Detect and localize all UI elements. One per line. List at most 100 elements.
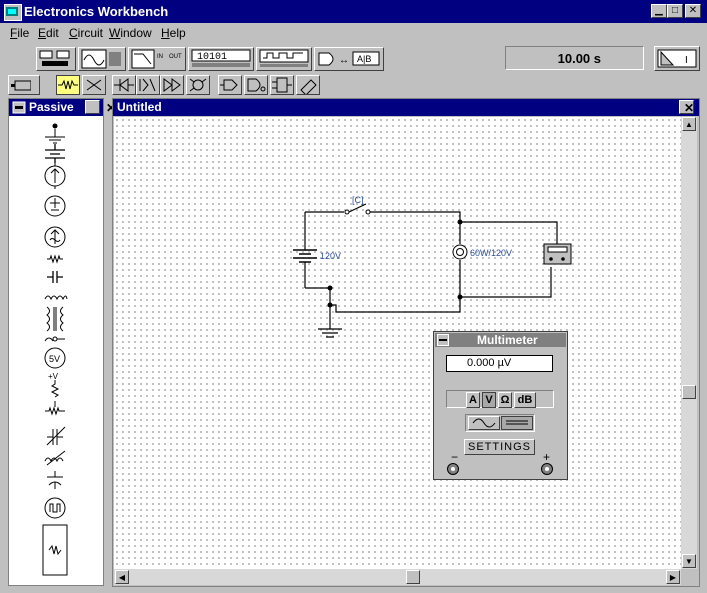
parts-bin-toolbar	[0, 74, 707, 96]
mode-voltmeter-button[interactable]: V	[482, 392, 496, 408]
oscilloscope-icon	[81, 49, 121, 69]
menu-edit[interactable]: Edit	[38, 26, 59, 40]
bode-plotter-instrument-button[interactable]: IN OUT	[128, 47, 186, 71]
word-generator-icon: 10101	[191, 49, 251, 67]
multimeter-instrument-button[interactable]	[36, 47, 76, 71]
connector-part[interactable]	[52, 123, 58, 129]
vertical-scroll-thumb[interactable]	[682, 385, 696, 399]
ac-voltage-source-part[interactable]	[44, 195, 66, 217]
multimeter-component[interactable]	[543, 243, 572, 265]
potentiometer-part[interactable]	[45, 401, 65, 416]
horizontal-scrollbar[interactable]: ◀ ▶	[114, 569, 681, 585]
relay-part[interactable]	[44, 336, 65, 342]
voltage-controlled-source-part[interactable]: 5V	[44, 347, 66, 369]
resistor-part[interactable]	[47, 254, 63, 264]
palette-title: Passive	[29, 100, 74, 114]
mode-ammeter-button[interactable]: A	[466, 392, 480, 408]
polarized-capacitor-part[interactable]	[47, 471, 63, 489]
arrow-down-icon: ▼	[685, 557, 693, 566]
indicator-icon	[300, 79, 317, 96]
palette-menu-icon[interactable]	[12, 101, 26, 114]
circuit-canvas[interactable]: [C] 120V 60W/120V	[114, 117, 681, 569]
analog-ic-icon	[163, 78, 181, 92]
digital-ics-bin-button[interactable]	[218, 75, 242, 95]
battery-component[interactable]: 120V	[293, 249, 341, 263]
battery-part[interactable]	[45, 144, 65, 163]
minimize-button[interactable]: ▁	[651, 4, 667, 18]
negative-terminal[interactable]	[446, 462, 460, 476]
maximize-button[interactable]: □	[667, 4, 683, 18]
voltage-source-part[interactable]: +V	[48, 372, 60, 398]
vertical-scrollbar[interactable]: ▲ ▼	[681, 117, 697, 569]
clock-source-part[interactable]	[44, 497, 66, 519]
word-generator-instrument-button[interactable]: 10101	[188, 47, 254, 71]
power-switch-icon: I	[657, 49, 697, 68]
circuit-window-title: Untitled	[117, 100, 162, 114]
lamp-label: 60W/120V	[470, 248, 512, 258]
parts-list: 5V +V	[42, 123, 68, 576]
dc-mode-button[interactable]	[501, 416, 533, 430]
favorites-bin-button[interactable]	[8, 75, 40, 95]
palette-close-button[interactable]: ✕	[85, 100, 116, 114]
digital-bin-button[interactable]	[270, 75, 294, 95]
resistor-pack-part[interactable]	[42, 524, 68, 576]
scroll-left-button[interactable]: ◀	[115, 570, 129, 584]
flip-flop-icon	[272, 77, 292, 93]
app-icon[interactable]	[4, 4, 22, 21]
lamp-component[interactable]: 60W/120V	[452, 244, 512, 260]
arrow-up-icon: ▲	[685, 120, 693, 129]
horizontal-scroll-thumb[interactable]	[406, 570, 420, 584]
transformer-part[interactable]	[46, 306, 64, 332]
analog-ics-bin-button[interactable]	[160, 75, 184, 95]
close-button[interactable]: ✕	[685, 4, 701, 18]
variable-capacitor-part[interactable]	[46, 426, 66, 446]
diodes-bin-button[interactable]	[112, 75, 136, 95]
logic-converter-instrument-button[interactable]: ↔ A|B	[314, 47, 384, 71]
switch-component[interactable]: [C]	[344, 195, 371, 215]
logic-gates-bin-button[interactable]	[244, 75, 268, 95]
arrow-right-icon: ▶	[669, 573, 677, 582]
power-switch[interactable]: I	[654, 46, 700, 71]
oscilloscope-instrument-button[interactable]	[78, 47, 126, 71]
transistors-bin-button[interactable]	[136, 75, 160, 95]
inductor-part[interactable]	[44, 295, 68, 301]
dc-line-icon	[506, 420, 528, 425]
menu-help[interactable]: Help	[161, 26, 186, 40]
circuit-window-title-bar: Untitled ✕	[113, 99, 699, 116]
scroll-right-button[interactable]: ▶	[666, 570, 680, 584]
ac-current-source-part[interactable]	[44, 226, 66, 248]
scroll-up-button[interactable]: ▲	[682, 117, 696, 131]
multimeter-signal-group	[465, 414, 535, 432]
capacitor-part[interactable]	[47, 271, 63, 283]
mode-decibel-button[interactable]: dB	[514, 392, 536, 408]
menu-circuit[interactable]: Circuit	[69, 26, 103, 40]
transistor-icon	[86, 79, 102, 91]
mode-ohmmeter-button[interactable]: Ω	[498, 392, 512, 408]
ground-part[interactable]	[45, 129, 65, 144]
menu-window[interactable]: Window	[109, 26, 152, 40]
multimeter-icon	[39, 50, 70, 66]
logic-analyzer-instrument-button[interactable]	[256, 47, 312, 71]
svg-text:IN: IN	[157, 54, 163, 60]
passive-bin-button[interactable]	[56, 75, 80, 95]
variable-inductor-part[interactable]	[44, 450, 66, 466]
instrument-toolbar: IN OUT 10101 ↔ A|B 10.00 s I	[0, 44, 707, 74]
active-bin-button[interactable]	[82, 75, 106, 95]
mixed-ic-icon	[189, 78, 207, 92]
logic-gate-icon	[247, 78, 266, 92]
minimize-icon: ▁	[655, 5, 663, 16]
circuit-window-close-button[interactable]: ✕	[679, 100, 694, 114]
scroll-down-button[interactable]: ▼	[682, 554, 696, 568]
menu-file[interactable]: File	[10, 26, 29, 40]
positive-terminal[interactable]	[540, 462, 554, 476]
switch-label: [C]	[352, 195, 364, 205]
svg-text:10101: 10101	[197, 52, 227, 63]
multimeter-menu-icon[interactable]	[437, 334, 449, 346]
ground-symbol[interactable]	[318, 328, 342, 338]
digital-ic-icon	[220, 79, 238, 91]
settings-button[interactable]: SETTINGS	[464, 439, 535, 455]
ac-mode-button[interactable]	[468, 416, 500, 430]
dc-current-source-part[interactable]	[44, 163, 66, 189]
indicators-bin-button[interactable]	[296, 75, 320, 96]
mixed-ics-bin-button[interactable]	[186, 75, 210, 95]
